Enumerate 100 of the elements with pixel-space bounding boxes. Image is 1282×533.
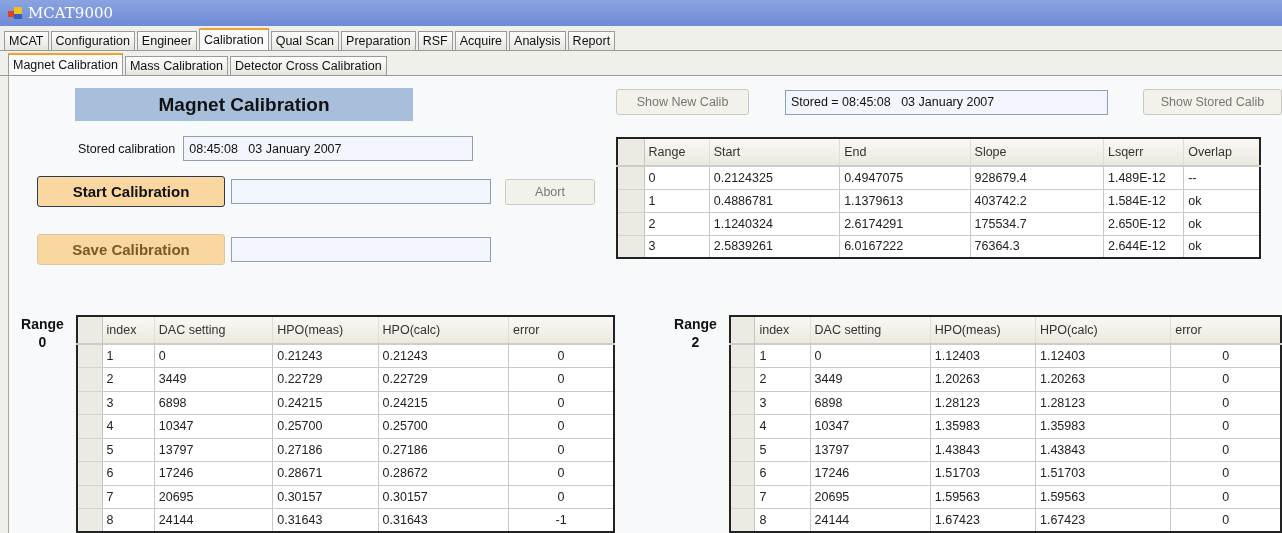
column-header[interactable]: index [102,316,155,344]
column-header[interactable]: error [508,316,614,344]
tab[interactable]: Mass Calibration [124,56,228,75]
table-cell: 0.22729 [378,367,509,391]
start-calibration-button[interactable]: Start Calibration [37,176,225,207]
row-header[interactable] [729,367,755,391]
row-header[interactable] [77,438,103,462]
table-cell: 0.24215 [272,391,379,415]
table-cell: 2 [102,367,155,391]
column-header[interactable]: HPO(meas) [930,316,1036,344]
table-cell: 0.2124325 [709,166,840,189]
table-cell: 7 [754,485,811,509]
table-cell: 0.24215 [378,391,509,415]
row-header[interactable] [617,235,645,258]
table-cell: 2.650E-12 [1103,212,1184,235]
range-label: Range [674,315,717,333]
tab[interactable]: Engineer [136,31,197,50]
table-cell: 1 [754,344,811,368]
tab[interactable]: Preparation [341,31,416,50]
table-cell: 7 [102,485,155,509]
table-cell: 17246 [810,461,931,485]
table-cell: 0 [154,344,273,368]
row-header[interactable] [617,166,645,189]
column-header[interactable]: Start [709,138,840,166]
row-header[interactable] [77,461,103,485]
tab[interactable]: RSF [417,31,453,50]
column-header[interactable]: error [1170,316,1281,344]
row-header[interactable] [77,508,103,532]
row-header [617,138,645,166]
tab[interactable]: Acquire [454,31,508,50]
window-title: MCAT9000 [28,4,114,22]
row-header[interactable] [729,485,755,509]
row-header[interactable] [77,367,103,391]
table-cell: 1.489E-12 [1103,166,1184,189]
column-header[interactable]: Range [644,138,710,166]
table-cell: 1.28123 [930,391,1036,415]
status-field[interactable] [231,237,491,262]
table-cell: 1.584E-12 [1103,189,1184,212]
row-header[interactable] [729,414,755,438]
table-cell: 5 [102,438,155,462]
field-label: Stored calibration [78,141,176,156]
column-header[interactable]: DAC setting [810,316,931,344]
stored-field[interactable]: Stored = 08:45:08 03 January 2007 [785,89,1108,115]
tab[interactable]: Magnet Calibration [8,53,123,75]
table-cell: 6898 [810,391,931,415]
stored-calibration-field[interactable]: 08:45:08 03 January 2007 [183,136,474,161]
tab[interactable]: Analysis [509,31,566,50]
tab[interactable]: Configuration [50,31,135,50]
row-header[interactable] [617,189,645,212]
row-header[interactable] [729,344,755,368]
row-header[interactable] [617,212,645,235]
tab[interactable]: Calibration [198,28,269,50]
table-cell: 13797 [154,438,273,462]
table-cell: 3449 [810,367,931,391]
table-cell: 6 [102,461,155,485]
table-cell: 5 [754,438,811,462]
table-cell: 0 [644,166,710,189]
row-header[interactable] [729,391,755,415]
row-header[interactable] [77,344,103,368]
table-cell: 1 [644,189,710,212]
table-cell: 1.59563 [1035,485,1171,509]
column-header[interactable]: HPO(calc) [1035,316,1171,344]
progress-field[interactable] [231,179,491,204]
table-cell: 3 [754,391,811,415]
table-cell: 6 [754,461,811,485]
table-cell: 2.6174291 [839,212,971,235]
column-header[interactable]: End [839,138,971,166]
table-cell: 20695 [810,485,931,509]
table-cell: 1.1379613 [839,189,971,212]
tab[interactable]: MCAT [4,31,49,50]
table-cell: 1.12403 [930,344,1036,368]
table-cell: 0.21243 [378,344,509,368]
row-header[interactable] [729,461,755,485]
column-header[interactable]: Slope [970,138,1104,166]
tab[interactable]: Report [567,31,616,50]
row-header[interactable] [729,438,755,462]
column-header[interactable]: DAC setting [154,316,273,344]
table-cell: 928679.4 [970,166,1104,189]
table-cell: 1.43843 [1035,438,1171,462]
range-number: 0 [38,333,47,351]
tab[interactable]: Qual Scan [270,31,340,50]
tab[interactable]: Detector Cross Calibration [230,56,387,75]
table-cell: 17246 [154,461,273,485]
row-header[interactable] [729,508,755,532]
app-icon [8,7,22,19]
table-cell: 1.35983 [930,414,1036,438]
row-header[interactable] [77,485,103,509]
row-header[interactable] [77,391,103,415]
column-header[interactable]: HPO(meas) [272,316,379,344]
column-header[interactable]: Lsqerr [1103,138,1184,166]
column-header[interactable]: index [754,316,811,344]
table-cell: 1.20263 [1035,367,1171,391]
table-cell: 0.21243 [272,344,379,368]
column-header[interactable]: HPO(calc) [378,316,509,344]
table-cell: 1 [102,344,155,368]
table-cell: 20695 [154,485,273,509]
row-header[interactable] [77,414,103,438]
table-cell: 0.25700 [272,414,379,438]
column-header[interactable]: Overlap [1183,138,1260,166]
table-cell: 3449 [154,367,273,391]
